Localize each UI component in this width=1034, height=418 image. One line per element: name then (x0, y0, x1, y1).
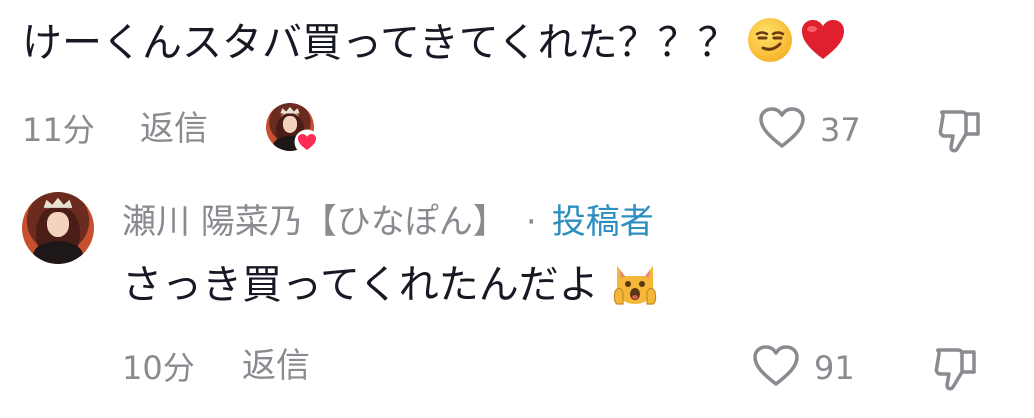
comment-2-reply-button[interactable]: 返信 (242, 346, 310, 386)
creator-liked-indicator (266, 103, 322, 155)
comment-2-header: 瀬川 陽菜乃【ひなぽん】 · 投稿者 (122, 194, 654, 243)
comment-2-author-avatar[interactable] (22, 192, 94, 264)
comment-2-username[interactable]: 瀬川 陽菜乃【ひなぽん】 (122, 202, 507, 242)
smirking-face-emoji-icon (747, 18, 792, 62)
separator-dot: · (525, 202, 537, 242)
comment-2-text: さっき買ってくれたんだよ (122, 262, 599, 308)
comment-1-text-row: けーくんスタバ買ってきてくれた？？？ (22, 18, 846, 73)
comment-2-like-heart-icon[interactable] (752, 344, 800, 388)
comment-1-text: けーくんスタバ買ってきてくれた？？？ (22, 20, 738, 66)
heart-badge-icon (294, 129, 320, 155)
creator-badge: 投稿者 (551, 202, 654, 242)
comment-1-like-heart-icon[interactable] (758, 106, 806, 150)
red-heart-emoji-icon (800, 18, 846, 73)
comment-1-like-count: 37 (820, 111, 861, 149)
weary-cat-face-emoji-icon (611, 258, 659, 317)
comment-2-timestamp: 10分 (122, 349, 195, 387)
comment-2-text-row: さっき買ってくれたんだよ (122, 258, 659, 317)
comment-2-like-count: 91 (814, 349, 855, 387)
comment-2-dislike-icon[interactable] (932, 342, 980, 392)
comment-1-timestamp: 11分 (22, 111, 95, 149)
comment-1-dislike-icon[interactable] (936, 104, 984, 154)
comment-1-reply-button[interactable]: 返信 (140, 109, 208, 149)
